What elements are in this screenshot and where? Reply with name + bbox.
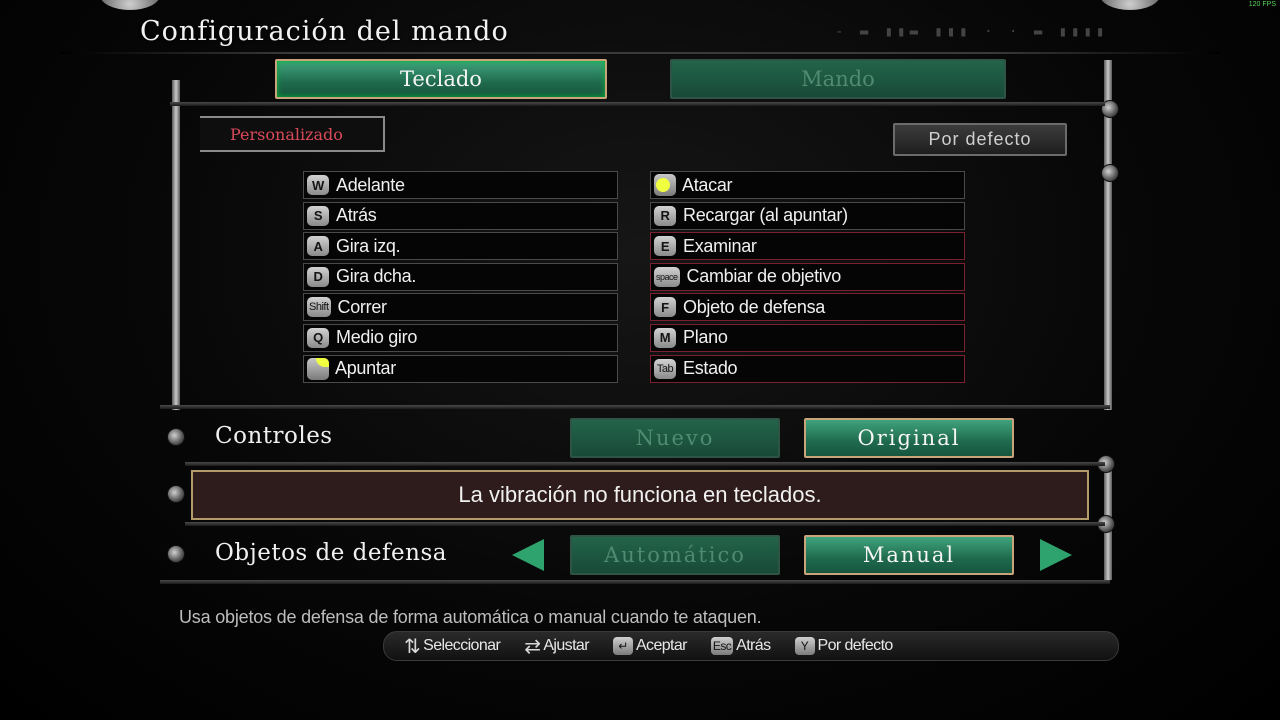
tab-keyboard[interactable]: Teclado <box>275 59 607 99</box>
header-divider <box>60 52 1220 54</box>
legend-defaults: Y Por defecto <box>794 637 894 655</box>
frame-rail <box>185 462 1105 466</box>
controls-option-original[interactable]: Original <box>804 418 1014 458</box>
preset-selector[interactable]: Personalizado <box>200 116 385 152</box>
binding-label: Medio giro <box>336 327 418 348</box>
binding-label: Recargar (al apuntar) <box>683 205 848 226</box>
button-legend: ⇅ Seleccionar ⇄ Ajustar ↵ Aceptar Esc At… <box>383 631 1119 661</box>
binding-map[interactable]: M Plano <box>650 323 965 352</box>
legend-adjust: ⇄ Ajustar <box>524 634 589 659</box>
binding-defense-item[interactable]: F Objeto de defensa <box>650 293 965 322</box>
frame-rail <box>160 405 1110 409</box>
binding-turn-right[interactable]: D Gira dcha. <box>303 262 618 291</box>
decorative-glyphs: - ▬ ▮▮▬ ▮▮▮ · · ▬ ▮▮▮▮ <box>835 24 1109 40</box>
frame-rail <box>185 522 1105 526</box>
frame-rail <box>170 102 1105 106</box>
key-s: S <box>307 205 329 226</box>
frame-rivet <box>167 485 185 503</box>
binding-label: Objeto de defensa <box>683 296 826 317</box>
key-e: E <box>654 236 676 257</box>
binding-aim[interactable]: Apuntar <box>303 354 618 383</box>
key-shift: Shift <box>307 297 331 318</box>
binding-status[interactable]: Tab Estado <box>650 354 965 383</box>
key-q: Q <box>307 327 329 348</box>
key-y: Y <box>794 637 815 655</box>
binding-quick-turn[interactable]: Q Medio giro <box>303 323 618 352</box>
frame-rivet <box>167 545 185 563</box>
binding-reload[interactable]: R Recargar (al apuntar) <box>650 201 965 230</box>
binding-label: Atacar <box>682 174 733 195</box>
legend-label: Por defecto <box>817 637 894 654</box>
binding-turn-left[interactable]: A Gira izq. <box>303 232 618 261</box>
arrow-right-icon[interactable] <box>1040 539 1072 571</box>
frame-pipe-left <box>172 80 180 410</box>
decorative-knob <box>1100 0 1160 10</box>
right-binding-list: Atacar R Recargar (al apuntar) E Examina… <box>650 171 965 385</box>
binding-label: Cambiar de objetivo <box>686 266 842 287</box>
key-d: D <box>307 266 329 287</box>
binding-run[interactable]: Shift Correr <box>303 293 618 322</box>
enter-icon: ↵ <box>612 637 633 655</box>
binding-attack[interactable]: Atacar <box>650 171 965 199</box>
vibration-info-message: La vibración no funciona en teclados. <box>191 470 1089 520</box>
binding-label: Apuntar <box>335 358 396 379</box>
binding-examine[interactable]: E Examinar <box>650 232 965 261</box>
page-title: Configuración del mando <box>140 16 509 47</box>
legend-back: Esc Atrás <box>710 637 771 655</box>
binding-label: Atrás <box>336 205 377 226</box>
frame-rivet <box>167 428 185 446</box>
binding-label: Adelante <box>336 174 405 195</box>
binding-label: Gira dcha. <box>336 266 417 287</box>
key-space: space <box>654 266 680 287</box>
frame-rivet <box>1101 164 1119 182</box>
arrow-left-icon[interactable] <box>512 539 544 571</box>
legend-label: Aceptar <box>635 637 688 654</box>
arrows-leftright-icon: ⇄ <box>524 635 541 658</box>
help-text: Usa objetos de defensa de forma automáti… <box>179 607 762 627</box>
binding-forward[interactable]: W Adelante <box>303 171 618 199</box>
legend-label: Ajustar <box>543 637 589 654</box>
key-esc: Esc <box>710 637 734 655</box>
legend-accept: ↵ Aceptar <box>612 637 688 655</box>
defense-items-label: Objetos de defensa <box>215 540 447 566</box>
key-r: R <box>654 205 676 226</box>
binding-change-target[interactable]: space Cambiar de objetivo <box>650 262 965 291</box>
key-w: W <box>307 175 329 195</box>
mouse-right-icon <box>307 357 329 380</box>
decorative-knob <box>100 0 160 10</box>
mouse-left-icon <box>654 174 676 196</box>
controller-config-screen: 120 FPS Configuración del mando - ▬ ▮▮▬ … <box>0 0 1280 720</box>
binding-label: Plano <box>683 327 728 348</box>
binding-label: Correr <box>337 296 388 317</box>
fps-counter: 120 FPS <box>1248 1 1276 8</box>
binding-label: Examinar <box>683 235 757 256</box>
restore-defaults-button[interactable]: Por defecto <box>893 123 1067 156</box>
key-f: F <box>654 297 676 318</box>
legend-label: Atrás <box>736 637 771 654</box>
binding-label: Estado <box>683 358 738 379</box>
defense-option-manual[interactable]: Manual <box>804 535 1014 575</box>
binding-label: Gira izq. <box>336 235 401 256</box>
left-binding-list: W Adelante S Atrás A Gira izq. D Gira dc… <box>303 171 618 385</box>
binding-back[interactable]: S Atrás <box>303 201 618 230</box>
defense-option-automatic[interactable]: Automático <box>570 535 780 575</box>
controls-label: Controles <box>215 423 333 449</box>
arrows-updown-icon: ⇅ <box>404 635 421 658</box>
legend-select: ⇅ Seleccionar <box>404 634 501 659</box>
controls-option-new[interactable]: Nuevo <box>570 418 780 458</box>
frame-rail <box>160 580 1110 584</box>
key-tab: Tab <box>654 358 676 379</box>
legend-label: Seleccionar <box>423 637 501 654</box>
key-a: A <box>307 236 329 257</box>
key-m: M <box>654 327 676 348</box>
tab-controller[interactable]: Mando <box>670 59 1006 99</box>
